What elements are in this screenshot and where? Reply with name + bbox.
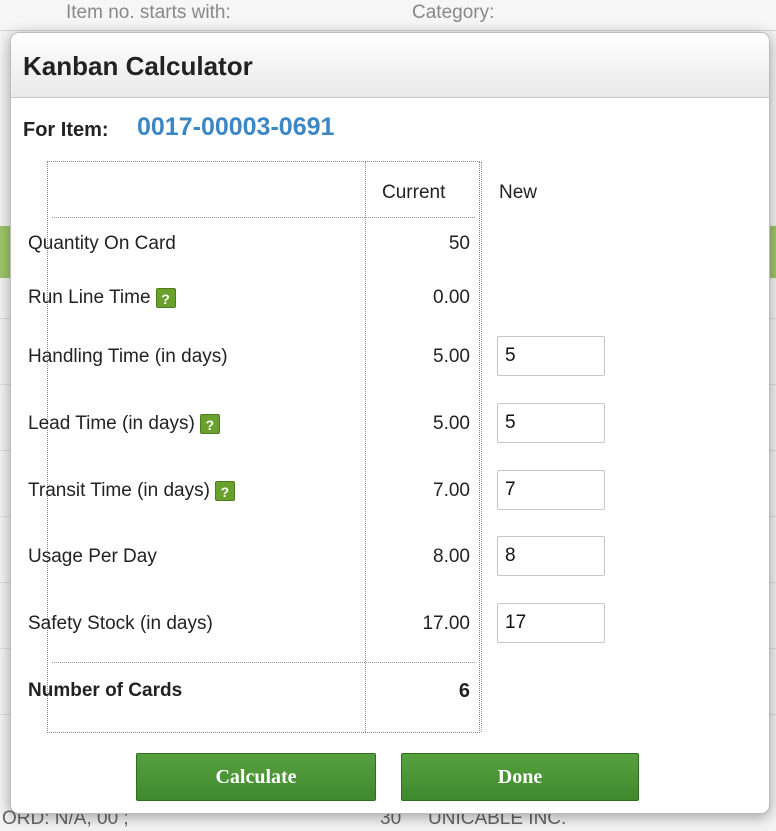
item-number: 0017-00003-0691 [137, 113, 335, 141]
row-label-text: Transit Time (in days) [28, 480, 210, 501]
row-label-text: Lead Time (in days) [28, 413, 195, 434]
row-label-lead-time: Lead Time (in days) ? [28, 413, 220, 435]
dialog-title: Kanban Calculator [23, 51, 253, 81]
transit-time-input[interactable] [497, 470, 605, 510]
help-icon[interactable]: ? [214, 481, 235, 501]
current-safety-stock: 17.00 [422, 613, 470, 634]
lead-time-input[interactable] [497, 403, 605, 443]
column-header-new: New [499, 182, 538, 203]
usage-per-day-input[interactable] [497, 536, 605, 576]
row-label-text: Safety Stock (in days) [28, 613, 213, 634]
current-quantity-on-card: 50 [448, 233, 470, 254]
current-handling-time: 5.00 [433, 346, 470, 367]
row-label-handling-time: Handling Time (in days) [28, 346, 228, 368]
calculate-button[interactable]: Calculate [136, 753, 376, 801]
row-label-text: Number of Cards [28, 680, 183, 701]
for-item-label: For Item: [23, 119, 109, 141]
row-label-number-of-cards: Number of Cards [28, 680, 182, 702]
row-label-transit-time: Transit Time (in days) ? [28, 480, 235, 502]
handling-time-input[interactable] [497, 336, 605, 376]
current-run-line-time: 0.00 [433, 287, 470, 308]
row-label-usage-per-day: Usage Per Day [28, 546, 157, 568]
row-label-text: Quantity On Card [28, 233, 176, 254]
kanban-calculator-dialog: Kanban Calculator For Item: 0017-00003-0… [10, 32, 770, 814]
row-label-safety-stock: Safety Stock (in days) [28, 613, 213, 635]
row-label-text: Run Line Time [28, 287, 151, 308]
header-divider [52, 217, 475, 218]
help-icon[interactable]: ? [199, 414, 220, 434]
filter-item-no-label: Item no. starts with: [66, 2, 231, 23]
done-button[interactable]: Done [401, 753, 639, 801]
number-of-cards-value: 6 [458, 680, 470, 702]
row-label-quantity-on-card: Quantity On Card [28, 233, 176, 255]
column-header-current: Current [382, 182, 446, 203]
filter-category-label: Category: [412, 2, 495, 23]
row-label-text: Handling Time (in days) [28, 346, 228, 367]
row-label-run-line-time: Run Line Time ? [28, 287, 176, 309]
row-label-text: Usage Per Day [28, 546, 157, 567]
safety-stock-input[interactable] [497, 603, 605, 643]
current-transit-time: 7.00 [433, 480, 470, 501]
total-divider [52, 662, 475, 663]
current-usage-per-day: 8.00 [433, 546, 470, 567]
filter-bar: Item no. starts with: Category: [0, 0, 776, 31]
help-icon[interactable]: ? [155, 288, 176, 308]
dialog-header: Kanban Calculator [11, 33, 769, 98]
column-divider [481, 162, 482, 732]
current-lead-time: 5.00 [433, 413, 470, 434]
